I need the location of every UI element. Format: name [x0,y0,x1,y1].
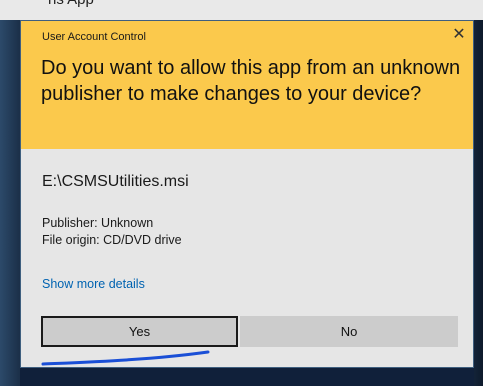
publisher-line: Publisher: Unknown [42,216,154,230]
yes-button-label: Yes [128,324,151,339]
desktop-background-right [474,20,483,386]
origin-line: File origin: CD/DVD drive [42,233,182,247]
no-button-label: No [340,324,358,339]
uac-dialog: User Account Control ✕ Do you want to al… [20,20,474,368]
no-button[interactable]: No [240,316,458,347]
desktop-background-bottom [20,368,474,386]
yes-button[interactable]: Yes [41,316,238,347]
desktop-background-left [0,20,20,386]
uac-question: Do you want to allow this app from an un… [41,57,461,105]
uac-header: User Account Control ✕ Do you want to al… [21,21,473,149]
background-partial-text: ns App [48,0,94,8]
file-meta: Publisher: Unknown File origin: CD/DVD d… [42,215,182,249]
close-icon[interactable]: ✕ [451,27,467,43]
show-more-details-link[interactable]: Show more details [42,277,145,291]
background-window-strip: ns App [0,0,483,20]
dialog-title: User Account Control [42,31,146,43]
file-name: E:\CSMSUtilities.msi [42,173,189,190]
